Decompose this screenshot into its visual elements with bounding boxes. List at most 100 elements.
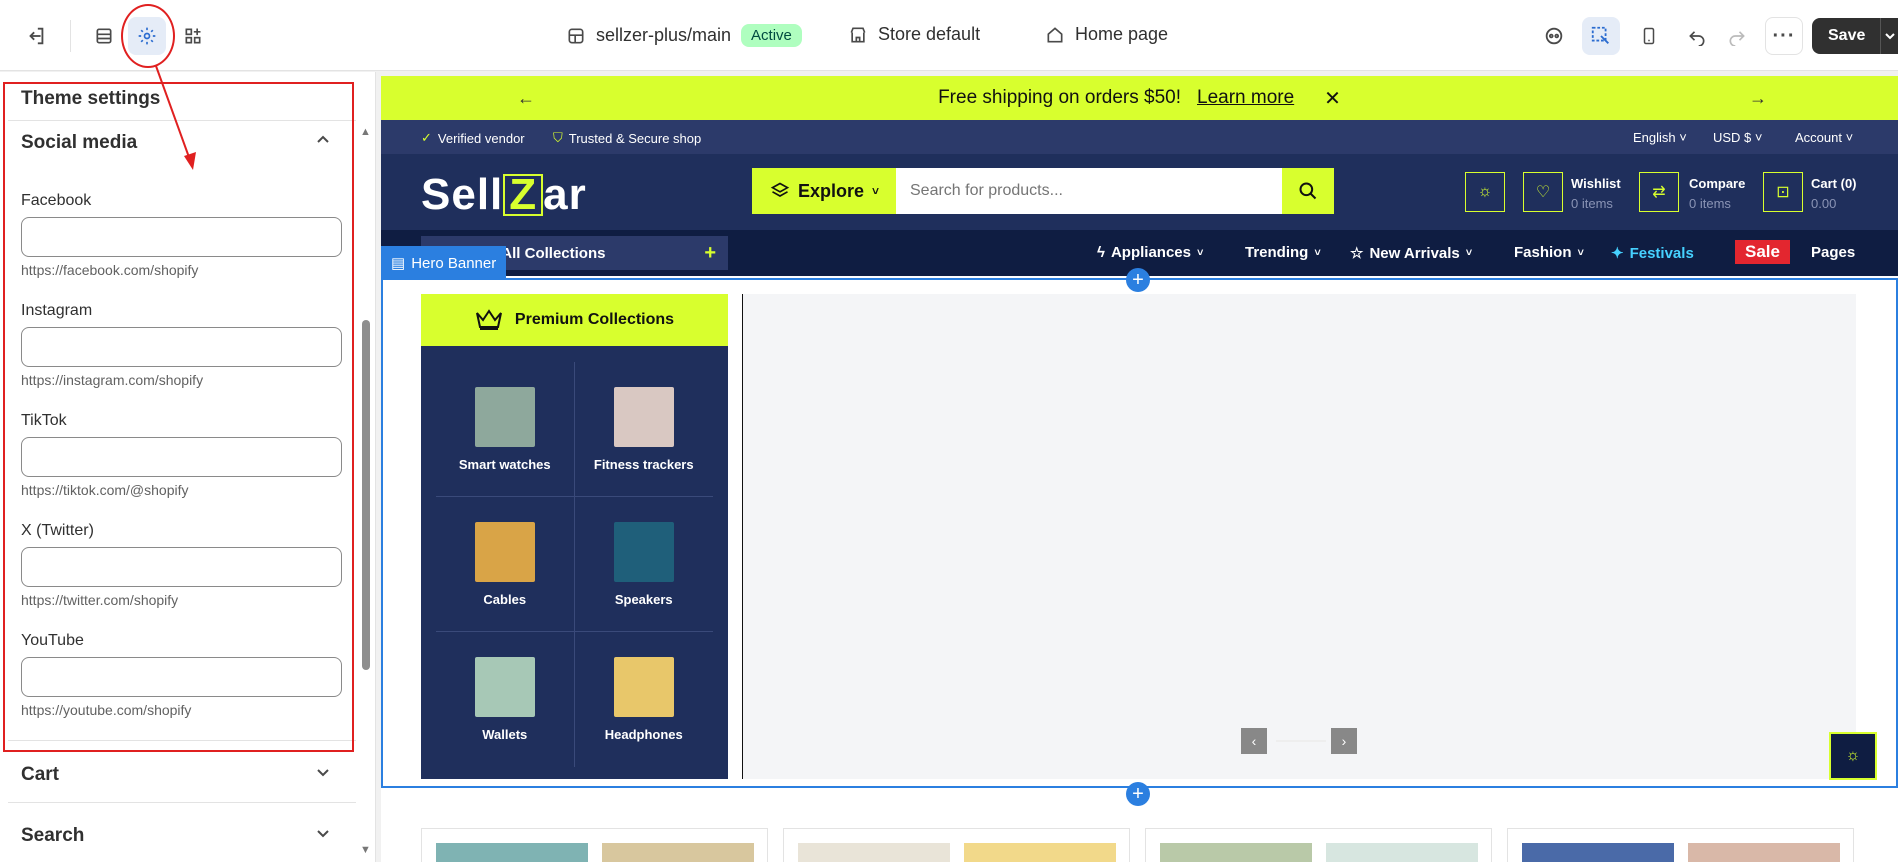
collection-fitness-trackers[interactable]: Fitness trackers (574, 362, 713, 497)
star-icon: ☆ (1350, 245, 1364, 262)
language-select[interactable]: English ˅ (1633, 130, 1687, 145)
store-label: Store default (878, 24, 981, 44)
product-card[interactable] (421, 828, 768, 862)
party-icon: ✦ (1611, 245, 1624, 262)
store-selector[interactable]: Store default (848, 24, 980, 45)
inspector-icon[interactable] (1535, 17, 1573, 55)
collection-grid: Smart watches Fitness trackers Cables Sp… (436, 362, 713, 767)
collection-speakers[interactable]: Speakers (574, 497, 713, 632)
nav-sale[interactable]: Sale (1735, 240, 1790, 264)
premium-collections-panel: Premium Collections Smart watches Fitnes… (421, 294, 728, 779)
product-card[interactable] (783, 828, 1130, 862)
redo-icon[interactable] (1718, 17, 1756, 55)
premium-collections-header: Premium Collections (421, 294, 728, 346)
close-icon[interactable]: ✕ (1324, 86, 1341, 111)
nav-fashion[interactable]: Fashion ˅ (1514, 244, 1584, 261)
speaker-image (613, 521, 674, 582)
nav-trending[interactable]: Trending ˅ (1245, 244, 1321, 261)
wallet-image (474, 657, 535, 717)
crown-icon (475, 309, 502, 330)
product-card[interactable] (1145, 828, 1492, 862)
collection-headphones[interactable]: Headphones (575, 632, 714, 767)
status-badge: Active (741, 24, 802, 47)
section-title: Cart (21, 764, 60, 785)
product-image (602, 843, 754, 862)
annotation-box (3, 82, 354, 752)
shopping-bag-icon[interactable]: ⊡ (1763, 172, 1803, 212)
theme-name: sellzer-plus/main (596, 25, 732, 45)
product-card[interactable] (1507, 828, 1854, 862)
layout-icon (568, 28, 584, 43)
search-icon[interactable] (1282, 168, 1334, 214)
bolt-icon: ϟ (1097, 244, 1105, 261)
add-section-plus-icon[interactable]: + (1126, 782, 1150, 806)
explore-button[interactable]: Explore ˅ (752, 168, 897, 214)
product-image (964, 843, 1116, 862)
headphones-image (613, 657, 674, 717)
slide-prev-icon[interactable]: ‹ (1241, 728, 1267, 754)
select-tool-icon[interactable] (1582, 17, 1620, 55)
premium-label: Premium Collections (514, 311, 675, 328)
nav-pages[interactable]: Pages (1811, 244, 1855, 261)
plus-icon: + (704, 241, 716, 264)
scroll-down-arrow-icon[interactable]: ▼ (360, 844, 371, 856)
nav-festivals[interactable]: ✦ Festivals (1611, 244, 1694, 263)
add-section-plus-icon[interactable]: + (1126, 268, 1150, 292)
store-preview: Free shipping on orders $50! Learn more … (381, 76, 1898, 862)
product-image (1160, 843, 1312, 862)
collection-wallets[interactable]: Wallets (436, 632, 575, 767)
home-icon (1047, 26, 1063, 42)
account-menu[interactable]: Account ˅ (1795, 130, 1853, 145)
announcement-bar: Free shipping on orders $50! Learn more … (381, 76, 1898, 120)
shield-check-icon: ⛉ (553, 130, 563, 145)
heart-icon[interactable]: ♡ (1523, 172, 1563, 212)
theme-toggle-sun-icon[interactable]: ☼ (1829, 732, 1877, 780)
chevron-down-icon (317, 769, 329, 777)
hero-banner-label: Hero Banner (411, 254, 497, 272)
undo-icon[interactable] (1678, 17, 1716, 55)
wishlist-link[interactable]: Wishlist 0 items (1571, 174, 1621, 214)
tracker-image (613, 386, 674, 447)
announcement-text: Free shipping on orders $50! (938, 87, 1181, 108)
learn-more-link[interactable]: Learn more (1197, 87, 1294, 109)
currency-select[interactable]: USD $ ˅ (1713, 130, 1763, 145)
more-actions-icon[interactable]: ··· (1765, 17, 1803, 55)
watch-image (474, 386, 535, 447)
arrow-right-icon[interactable]: → (1749, 88, 1767, 109)
product-image (1688, 843, 1840, 862)
chevron-down-icon: ˅ (872, 184, 880, 198)
explore-label: Explore (797, 180, 864, 201)
save-options-chevron-icon[interactable] (1880, 18, 1898, 54)
mobile-preview-icon[interactable] (1630, 17, 1668, 55)
compare-icon[interactable]: ⇄ (1639, 172, 1679, 212)
product-image (436, 843, 588, 862)
nav-new-arrivals[interactable]: ☆ New Arrivals ˅ (1350, 244, 1472, 263)
page-selector[interactable]: Home page (1045, 24, 1168, 45)
sun-icon[interactable]: ☼ (1465, 172, 1505, 212)
arrow-left-icon[interactable]: ← (517, 88, 535, 109)
section-title: Search (21, 825, 85, 846)
sellzar-logo[interactable]: Sell Zar (421, 170, 587, 220)
page-label: Home page (1075, 24, 1169, 44)
product-image (1522, 843, 1674, 862)
theme-context[interactable]: sellzer-plus/main Active (566, 24, 802, 47)
cart-section-header[interactable]: Cart (21, 764, 331, 786)
section-icon: ▤ (391, 255, 406, 272)
collection-smart-watches[interactable]: Smart watches (436, 362, 575, 497)
product-search-input[interactable] (896, 168, 1282, 214)
hero-slider (742, 294, 1856, 779)
layers-icon (770, 182, 790, 197)
slide-next-icon[interactable]: › (1331, 728, 1357, 754)
search-section-header[interactable]: Search (21, 825, 331, 847)
hero-banner-tag[interactable]: ▤ Hero Banner (381, 246, 507, 280)
collection-cables[interactable]: Cables (436, 497, 575, 632)
compare-link[interactable]: Compare 0 items (1689, 174, 1745, 214)
trust-strip: ✓ Verified vendor ⛉ Trusted & Secure sho… (381, 120, 1898, 154)
verified-vendor-label: Verified vendor (437, 130, 525, 146)
trusted-shop-label: Trusted & Secure shop (568, 130, 702, 146)
scrollbar-thumb[interactable] (362, 320, 370, 670)
chevron-down-icon (317, 830, 329, 838)
cart-link[interactable]: Cart (0) 0.00 (1811, 174, 1857, 214)
nav-appliances[interactable]: ϟ Appliances ˅ (1097, 244, 1203, 261)
slide-dots (1276, 740, 1326, 742)
